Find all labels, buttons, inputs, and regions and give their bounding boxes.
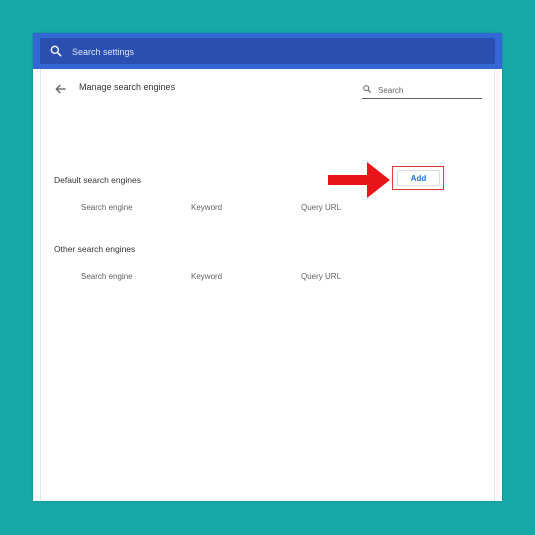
settings-search-box[interactable]: [40, 38, 495, 64]
column-header-keyword: Keyword: [191, 203, 223, 212]
settings-window: Manage search engines Default search eng…: [33, 33, 502, 501]
red-arrow-icon: [328, 162, 390, 198]
arrow-left-icon[interactable]: [53, 81, 69, 97]
settings-header: [33, 33, 502, 69]
settings-search-input[interactable]: [70, 41, 484, 63]
search-icon: [363, 85, 371, 93]
column-header-keyword: Keyword: [191, 272, 223, 281]
add-search-engine-button[interactable]: Add: [397, 170, 440, 186]
search-icon: [50, 45, 62, 57]
engine-search-box[interactable]: [362, 82, 484, 99]
engine-search-input[interactable]: [376, 82, 484, 98]
default-engines-title: Default search engines: [54, 175, 141, 185]
page-title: Manage search engines: [79, 82, 176, 92]
column-header-query-url: Query URL: [301, 203, 342, 212]
column-header-query-url: Query URL: [301, 272, 342, 281]
column-header-search-engine: Search engine: [81, 272, 133, 281]
column-header-search-engine: Search engine: [81, 203, 133, 212]
other-engines-title: Other search engines: [54, 244, 136, 254]
manage-search-engines-page: Manage search engines Default search eng…: [40, 69, 495, 501]
